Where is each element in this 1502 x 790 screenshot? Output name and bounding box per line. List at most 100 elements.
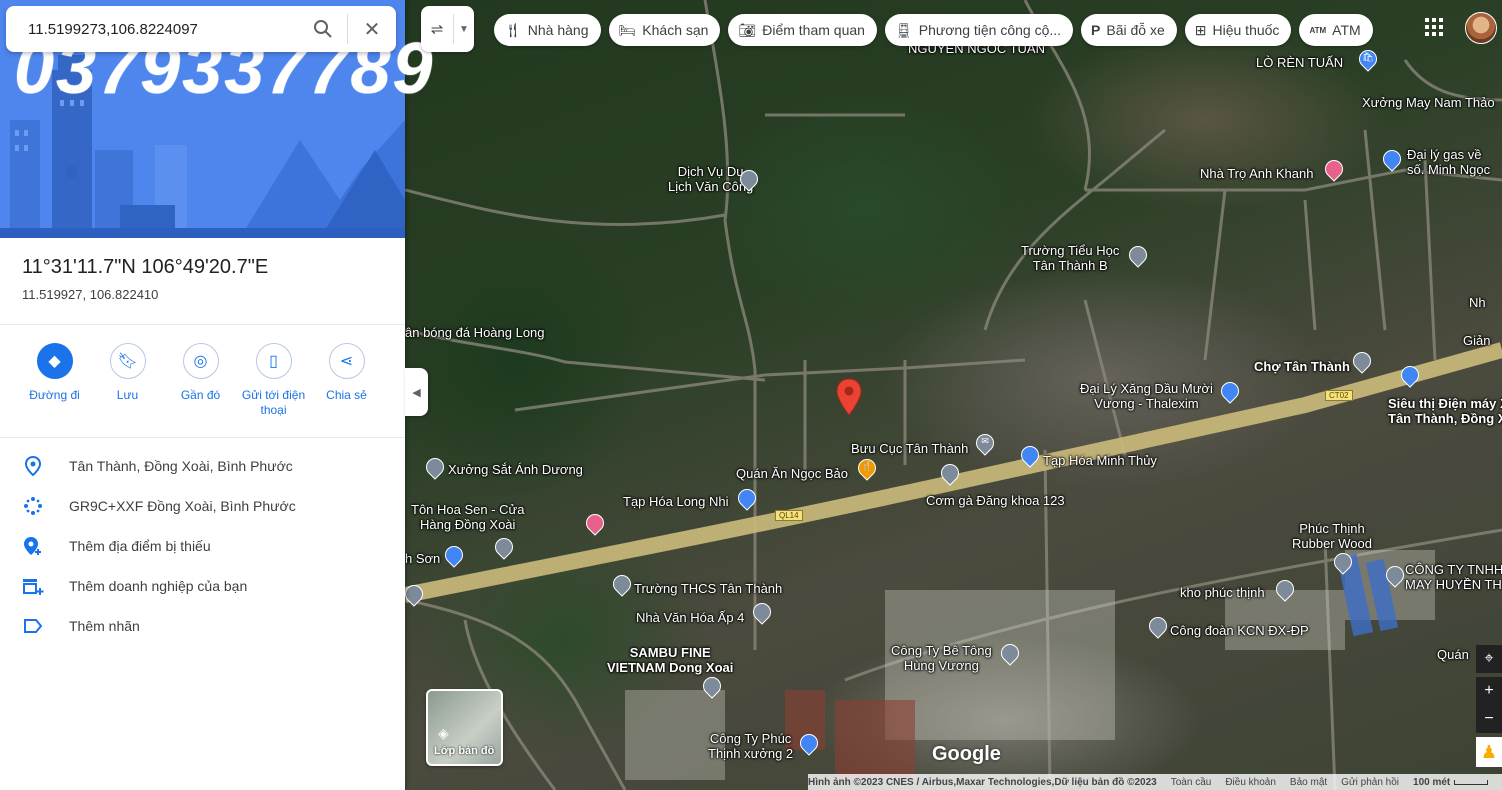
map-label[interactable]: Quán Ăn Ngọc Bảo [736, 466, 848, 481]
add-business-row[interactable]: Thêm doanh nghiệp của bạn [0, 566, 405, 606]
dropped-pin-icon[interactable] [836, 378, 862, 416]
map-label[interactable]: Nh [1469, 295, 1486, 310]
poi-pin[interactable] [1349, 348, 1375, 374]
map-label[interactable]: h Sơn [405, 551, 440, 566]
poi-pin[interactable] [937, 460, 963, 486]
poi-pin[interactable] [441, 542, 467, 568]
my-location-button[interactable]: ⌖ [1476, 645, 1502, 673]
directions-mode-dropdown[interactable]: ⇌ ▼ [421, 6, 474, 52]
scale-label[interactable]: 100 mét [1413, 777, 1450, 788]
map-label[interactable]: Trường THCS Tân Thành [634, 581, 782, 596]
poi-pin[interactable] [997, 640, 1023, 666]
map-label[interactable]: Phúc Thịnh Rubber Wood [1292, 521, 1372, 551]
nearby-button[interactable]: ◎ Gần đó [164, 343, 237, 425]
chip-atm[interactable]: ATM ATM [1299, 14, 1373, 46]
search-input[interactable] [6, 7, 299, 51]
poi-pin[interactable] [1125, 242, 1151, 268]
pegman-icon[interactable]: ♟ [1476, 737, 1502, 767]
poi-pin[interactable] [1382, 562, 1408, 588]
search-icon[interactable] [299, 6, 347, 52]
address-row[interactable]: Tân Thành, Đồng Xoài, Bình Phước [0, 446, 405, 486]
poi-pin[interactable] [699, 673, 725, 699]
poi-pin[interactable] [422, 454, 448, 480]
info-text: Thêm nhãn [69, 618, 140, 634]
map-label[interactable]: kho phúc thịnh [1180, 585, 1265, 600]
chip-hotels[interactable]: 🛏︎ Khách sạn [608, 14, 721, 46]
poi-pin[interactable] [1217, 378, 1243, 404]
decimal-coordinates[interactable]: 11.519927, 106.822410 [22, 287, 383, 302]
account-avatar[interactable] [1465, 12, 1497, 44]
close-icon[interactable]: ✕ [348, 6, 396, 52]
poi-pin[interactable] [736, 166, 762, 192]
map-label[interactable]: Trường Tiểu Học Tân Thành B [1021, 243, 1119, 273]
share-button[interactable]: ⋖ Chia sẻ [310, 343, 383, 425]
chip-pharmacy[interactable]: ⊞ Hiệu thuốc [1184, 14, 1292, 46]
poi-pin[interactable] [1321, 156, 1347, 182]
poi-pin[interactable] [1145, 613, 1171, 639]
global-link[interactable]: Toàn cầu [1171, 777, 1212, 788]
chip-transit[interactable]: 🚆︎ Phương tiện công cộ... [884, 14, 1074, 46]
map-label[interactable]: Chợ Tân Thành [1254, 359, 1350, 374]
poi-pin[interactable]: 🛍 [1355, 46, 1381, 72]
map-label[interactable]: Nhà Văn Hóa Ấp 4 [636, 610, 744, 625]
chip-restaurants[interactable]: 🍴︎ Nhà hàng [494, 14, 601, 46]
map-label[interactable]: Nhà Trọ Anh Khanh [1200, 166, 1313, 181]
map-label[interactable]: Tôn Hoa Sen - Cửa Hàng Đồng Xoài [411, 502, 524, 532]
poi-pin[interactable] [734, 485, 760, 511]
map-label[interactable]: Tạp Hóa Minh Thủy [1043, 453, 1157, 468]
collapse-panel-button[interactable]: ◀ [405, 368, 428, 416]
search-box[interactable]: ✕ [6, 6, 396, 52]
poi-pin[interactable] [609, 571, 635, 597]
map-label[interactable]: Giản [1463, 333, 1490, 348]
poi-pin[interactable] [1272, 576, 1298, 602]
save-button[interactable]: 🔖︎ Lưu [91, 343, 164, 425]
poi-pin[interactable] [405, 581, 427, 607]
plus-code-row[interactable]: GR9C+XXF Đồng Xoài, Bình Phước [0, 486, 405, 526]
directions-button[interactable]: ◆ Đường đi [18, 343, 91, 425]
poi-pin[interactable] [1397, 362, 1423, 388]
poi-pin[interactable] [796, 730, 822, 756]
feedback-link[interactable]: Gửi phản hồi [1341, 777, 1399, 788]
poi-pin[interactable] [491, 534, 517, 560]
hotel-icon: 🛏︎ [618, 21, 637, 38]
action-label: Gần đó [180, 388, 221, 402]
map-label[interactable]: Quán [1437, 647, 1469, 662]
map-label[interactable]: Bưu Cục Tân Thành [851, 441, 968, 456]
send-to-phone-button[interactable]: ▯ Gửi tới điện thoại [237, 343, 310, 425]
map-label[interactable]: SAMBU FINE VIETNAM Dong Xoai [607, 645, 733, 675]
action-label: Chia sẻ [326, 388, 367, 402]
map-label[interactable]: ân bóng đá Hoàng Long [405, 325, 545, 340]
map-label[interactable]: Đại lý gas về số. Minh Ngọc [1407, 147, 1490, 177]
map-label[interactable]: Công đoàn KCN ĐX-ĐP [1170, 623, 1309, 638]
poi-pin[interactable] [582, 510, 608, 536]
chip-parking[interactable]: P Bãi đỗ xe [1081, 14, 1177, 46]
chip-attractions[interactable]: 📷︎ Điểm tham quan [728, 14, 877, 46]
zoom-out-button[interactable]: − [1476, 705, 1502, 733]
add-missing-place-row[interactable]: Thêm địa điểm bị thiếu [0, 526, 405, 566]
apps-grid-icon[interactable] [1425, 18, 1445, 38]
poi-pin[interactable]: ✉ [972, 430, 998, 456]
map-label[interactable]: Công Ty Bê Tông Hùng Vương [891, 643, 992, 673]
map-label[interactable]: Siêu thị Điện máy X Tân Thành, Đồng X [1388, 396, 1502, 426]
terms-link[interactable]: Điều khoản [1225, 777, 1276, 788]
map-label[interactable]: Tạp Hóa Long Nhi [623, 494, 729, 509]
label-icon [20, 618, 46, 634]
map-label[interactable]: Công Ty Phúc Thịnh xưởng 2 [708, 731, 793, 761]
poi-pin[interactable] [1379, 146, 1405, 172]
privacy-link[interactable]: Bảo mật [1290, 777, 1327, 788]
poi-pin[interactable] [1017, 442, 1043, 468]
poi-pin[interactable] [1330, 549, 1356, 575]
layers-button[interactable]: ◈ Lớp bản đồ [426, 689, 503, 766]
map-label[interactable]: Xưởng Sắt Ánh Dương [448, 462, 583, 477]
map-label[interactable]: Đại Lý Xăng Dầu Mười Vương - Thalexim [1080, 381, 1213, 411]
add-label-row[interactable]: Thêm nhãn [0, 606, 405, 646]
poi-pin[interactable]: 🍴 [854, 455, 880, 481]
map-label[interactable]: Cơm gà Đăng khoa 123 [926, 493, 1065, 508]
my-location-icon: ⌖ [1484, 650, 1494, 667]
map-label[interactable]: Xưởng May Nam Thảo [1362, 95, 1495, 110]
map-label[interactable]: CÔNG TY TNHH MAY HUYỀN TH [1405, 562, 1502, 592]
poi-pin[interactable] [749, 599, 775, 625]
map-label[interactable]: LÒ RÈN TUẤN [1256, 55, 1343, 70]
zoom-in-button[interactable]: + [1476, 677, 1502, 705]
map-canvas[interactable]: NGUYEN NGOC TUAN LÒ RÈN TUẤN Xưởng May N… [405, 0, 1502, 790]
